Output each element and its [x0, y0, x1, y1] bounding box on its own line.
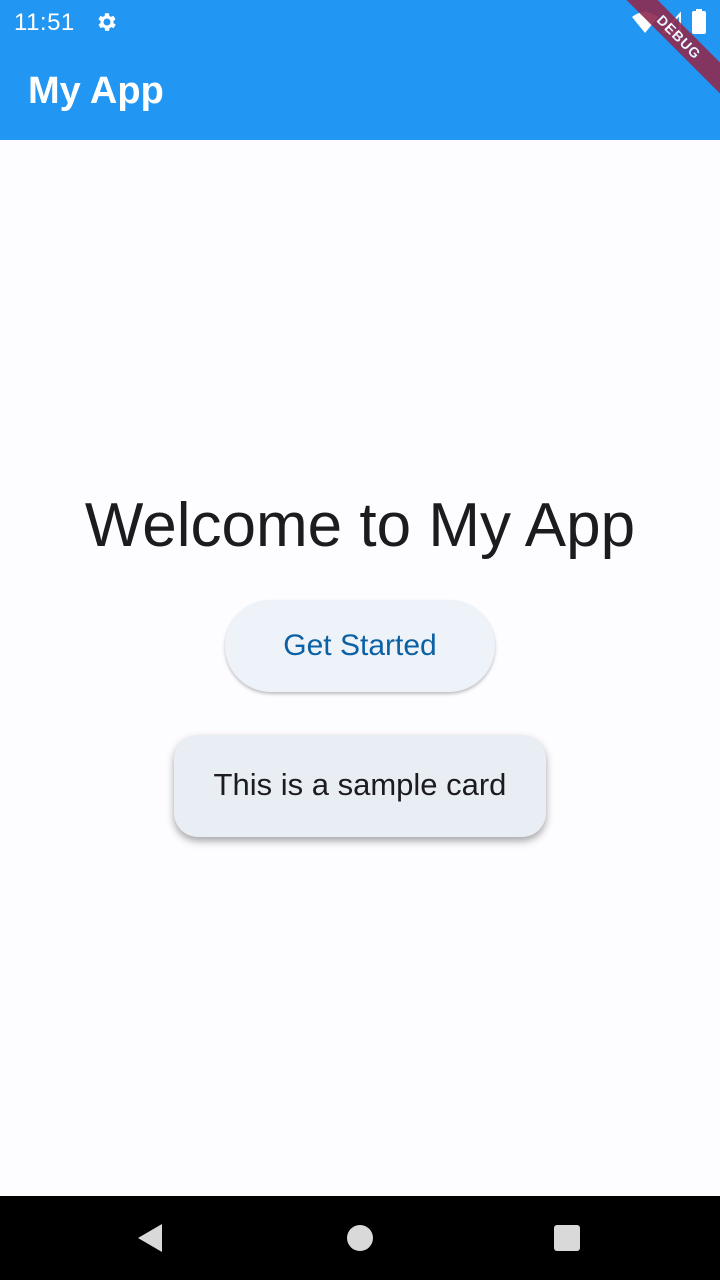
status-bar: 11:51 — [0, 0, 720, 48]
gear-icon — [98, 13, 116, 31]
app-title: My App — [28, 70, 164, 112]
card-text: This is a sample card — [213, 767, 507, 802]
recents-square-icon[interactable] — [551, 1222, 583, 1254]
navigation-bar — [0, 1196, 720, 1280]
signal-icon — [662, 11, 681, 33]
welcome-heading: Welcome to My App — [84, 491, 636, 560]
main-content: Welcome to My App Get Started This is a … — [0, 140, 720, 1196]
wifi-icon — [632, 12, 658, 33]
app-bar: My App — [0, 48, 720, 140]
get-started-button[interactable]: Get Started — [225, 600, 495, 692]
battery-icon — [692, 9, 706, 34]
status-time: 11:51 — [14, 9, 75, 36]
sample-card: This is a sample card — [174, 735, 546, 837]
home-circle-icon[interactable] — [344, 1222, 376, 1254]
back-triangle-icon[interactable] — [135, 1222, 167, 1254]
